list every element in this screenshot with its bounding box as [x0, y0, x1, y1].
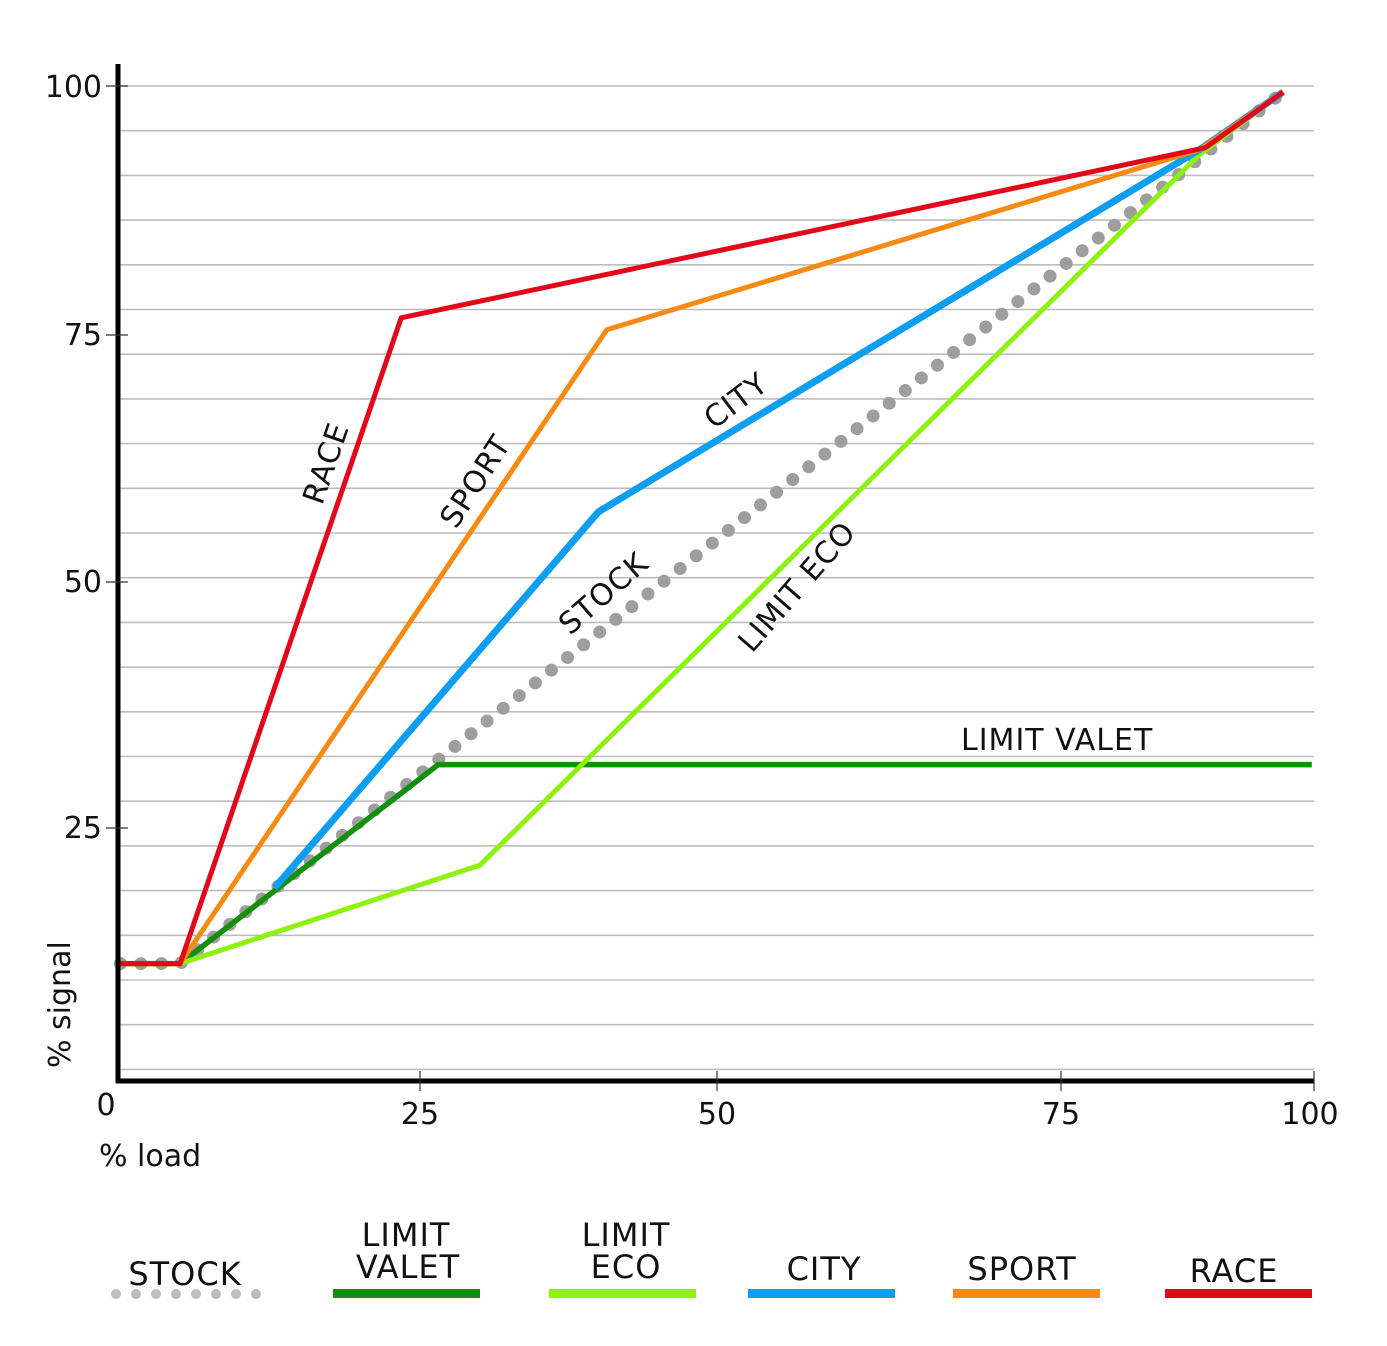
- series-stock-dot: [1043, 269, 1057, 283]
- annotation-limit-valet: LIMIT VALET: [961, 723, 1153, 758]
- series-stock-dot: [561, 650, 575, 664]
- series-stock-dot: [947, 345, 961, 359]
- series-stock-dot: [818, 447, 832, 461]
- series-stock-dot: [448, 739, 462, 753]
- legend-label-sport: SPORT: [967, 1250, 1076, 1288]
- series-stock-dot: [544, 663, 558, 677]
- legend-stock-dot: [111, 1289, 121, 1299]
- series-stock-dot: [657, 574, 671, 588]
- legend-label-race: RACE: [1190, 1252, 1279, 1290]
- legend-stock-dot: [151, 1289, 161, 1299]
- series-stock-dot: [1107, 218, 1121, 232]
- legend-label-limit-valet-line2: VALET: [356, 1248, 460, 1286]
- legend-stock-dot: [251, 1289, 261, 1299]
- series-stock-dot: [995, 307, 1009, 321]
- legend-stock-dot: [211, 1289, 221, 1299]
- series-stock-dot: [979, 320, 993, 334]
- x-axis-title: % load: [99, 1139, 201, 1174]
- legend-stock-dot: [171, 1289, 181, 1299]
- series-stock-dot: [528, 676, 542, 690]
- series-stock-dot: [1091, 231, 1105, 245]
- annotation-limit-eco: LIMIT ECO: [732, 515, 864, 659]
- x-tick-label-0: 0: [96, 1088, 115, 1123]
- legend-item-limit-valet: LIMIT VALET: [333, 1216, 480, 1298]
- series-stock-dot: [834, 434, 848, 448]
- series-stock: [113, 91, 1282, 971]
- series-stock-dot: [802, 460, 816, 474]
- legend-item-limit-eco: LIMIT ECO: [549, 1216, 696, 1298]
- series-stock-dot: [914, 371, 928, 385]
- series-stock-dot: [705, 536, 719, 550]
- series-stock-dot: [512, 689, 526, 703]
- series-stock-dot: [689, 549, 703, 563]
- y-axis-title: % signal: [43, 941, 78, 1068]
- series-stock-dot: [882, 396, 896, 410]
- legend-stock-dot: [191, 1289, 201, 1299]
- series-stock-dot: [480, 714, 494, 728]
- series-stock-dot: [737, 511, 751, 525]
- series-stock-dot: [625, 600, 639, 614]
- legend-swatch-limit-eco: [549, 1289, 696, 1298]
- legend-swatch-limit-valet: [333, 1289, 480, 1298]
- y-tick-label-75: 75: [64, 318, 102, 353]
- series-stock-dot: [786, 473, 800, 487]
- legend-label-limit-eco-line2: ECO: [591, 1248, 662, 1286]
- legend-stock-dot: [231, 1289, 241, 1299]
- series-stock-dot: [464, 727, 478, 741]
- y-tick-label-50: 50: [64, 565, 102, 600]
- series-stock-dot: [673, 561, 687, 575]
- series-stock-dot: [866, 409, 880, 423]
- series-stock-dot: [1027, 282, 1041, 296]
- series-stock-dot: [1011, 295, 1025, 309]
- y-tick-label-25: 25: [64, 811, 102, 846]
- x-tick-label-100: 100: [1281, 1097, 1338, 1132]
- series-stock-dot: [641, 587, 655, 601]
- series-stock-dot: [577, 638, 591, 652]
- legend-item-race: RACE: [1165, 1252, 1312, 1298]
- ticks: [106, 85, 1315, 1091]
- series-stock-dot: [770, 485, 784, 499]
- series-stock-dot: [850, 422, 864, 436]
- series-stock-dot: [1075, 244, 1089, 258]
- legend-item-stock: STOCK: [111, 1255, 261, 1299]
- legend-item-city: CITY: [748, 1250, 895, 1298]
- series-stock-dot: [754, 498, 768, 512]
- legend-label-stock: STOCK: [128, 1255, 241, 1293]
- x-tick-label-50: 50: [698, 1097, 736, 1132]
- series-stock-dot: [721, 523, 735, 537]
- y-tick-label-100: 100: [45, 70, 102, 105]
- series-stock-dot: [593, 625, 607, 639]
- grid-lines: [118, 85, 1314, 1071]
- series-stock-dot: [609, 612, 623, 626]
- x-tick-label-25: 25: [401, 1097, 439, 1132]
- series-stock-dot: [496, 701, 510, 715]
- legend-swatch-city: [748, 1289, 895, 1298]
- legend: STOCK LIMIT VALET LIMIT ECO CITY SPORT R…: [111, 1216, 1312, 1299]
- chart: 0 25 50 75 100 25 50 75 100 % load % sig…: [43, 64, 1339, 1299]
- series-layer: [113, 89, 1312, 971]
- x-tick-label-75: 75: [1042, 1097, 1080, 1132]
- legend-label-city: CITY: [787, 1250, 862, 1288]
- series-stock-dot: [1059, 256, 1073, 270]
- legend-stock-dot: [131, 1289, 141, 1299]
- legend-swatch-race: [1165, 1289, 1312, 1298]
- annotation-race: RACE: [296, 418, 356, 508]
- legend-item-sport: SPORT: [953, 1250, 1100, 1298]
- series-stock-dot: [963, 333, 977, 347]
- legend-swatch-sport: [953, 1289, 1100, 1298]
- series-stock-dot: [930, 358, 944, 372]
- series-stock-dot: [898, 384, 912, 398]
